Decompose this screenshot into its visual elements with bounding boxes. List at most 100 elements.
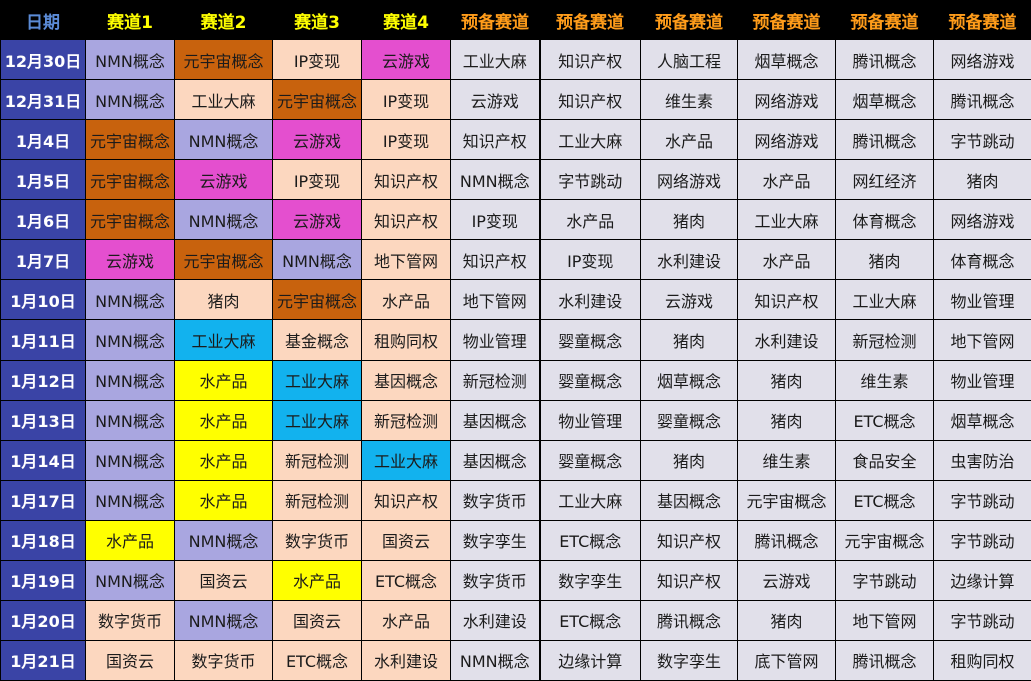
date-cell: 1月7日 — [0, 239, 86, 281]
backup-4-cell: 知识产权 — [737, 279, 836, 321]
backup-6-cell: 物业管理 — [933, 279, 1031, 321]
backup-6-cell: 字节跳动 — [933, 479, 1031, 521]
date-cell: 12月31日 — [0, 79, 86, 121]
table-row: 1月11日 NMN概念 工业大麻 基金概念 租购同权 物业管理 婴童概念 猪肉 水利建设 新冠检测… — [0, 319, 1031, 361]
track-3-cell: 元宇宙概念 — [272, 279, 362, 321]
backup-3-cell: 数字孪生 — [640, 639, 738, 681]
track-2-cell: 水产品 — [174, 399, 273, 441]
backup-4-cell: 猪肉 — [737, 599, 836, 641]
track-2-cell: NMN概念 — [174, 599, 273, 641]
backup-1-cell: 地下管网 — [450, 279, 540, 321]
track-2-cell: 元宇宙概念 — [174, 38, 273, 81]
track-1-cell: NMN概念 — [85, 439, 175, 481]
track-1-cell: 数字货币 — [85, 599, 175, 641]
backup-5-cell: 新冠检测 — [835, 319, 934, 361]
backup-4-cell: 烟草概念 — [737, 38, 836, 81]
table-row: 1月13日 NMN概念 水产品 工业大麻 新冠检测 基因概念 物业管理 婴童概念 猪肉 ETC概念… — [0, 399, 1031, 441]
table-row: 1月18日 水产品 NMN概念 数字货币 国资云 数字孪生 ETC概念 知识产权 腾讯概念 元宇宙… — [0, 519, 1031, 561]
backup-3-cell: 婴童概念 — [640, 399, 738, 441]
backup-3-cell: 基因概念 — [640, 479, 738, 521]
track-4-cell: 知识产权 — [361, 199, 451, 241]
backup-5-cell: 元宇宙概念 — [835, 519, 934, 561]
track-2-cell: 水产品 — [174, 479, 273, 521]
backup-2-cell: 边缘计算 — [538, 639, 641, 681]
track-3-cell: IP变现 — [272, 38, 362, 81]
track-4-cell: 水产品 — [361, 599, 451, 641]
backup-1-cell: 云游戏 — [450, 79, 540, 121]
backup-6-cell: 物业管理 — [933, 359, 1031, 401]
track-4-cell: 基因概念 — [361, 359, 451, 401]
backup-1-cell: 知识产权 — [450, 119, 540, 161]
date-cell: 1月10日 — [0, 279, 86, 321]
backup-6-cell: 租购同权 — [933, 639, 1031, 681]
backup-4-cell: 工业大麻 — [737, 199, 836, 241]
backup-3-cell: 猪肉 — [640, 199, 738, 241]
backup-5-cell: 烟草概念 — [835, 79, 934, 121]
backup-5-cell: 腾讯概念 — [835, 119, 934, 161]
backup-2-cell: 婴童概念 — [538, 359, 641, 401]
backup-2-cell: 工业大麻 — [538, 479, 641, 521]
backup-3-cell: 水利建设 — [640, 239, 738, 281]
date-cell: 1月6日 — [0, 199, 86, 241]
date-cell: 1月20日 — [0, 599, 86, 641]
backup-2-cell: 水产品 — [538, 199, 641, 241]
track-3-cell: 云游戏 — [272, 119, 362, 161]
backup-2-cell: 数字孪生 — [538, 559, 641, 601]
backup-1-cell: 知识产权 — [450, 239, 540, 281]
backup-1-cell: NMN概念 — [450, 639, 540, 681]
backup-4-cell: 猪肉 — [737, 359, 836, 401]
header-backup-5: 预备赛道 — [835, 0, 934, 40]
backup-2-cell: 知识产权 — [538, 79, 641, 121]
track-3-cell: 新冠检测 — [272, 439, 362, 481]
backup-4-cell: 元宇宙概念 — [737, 479, 836, 521]
date-cell: 1月18日 — [0, 519, 86, 561]
track-2-cell: 工业大麻 — [174, 319, 273, 361]
header-track-4: 赛道4 — [361, 0, 451, 40]
date-cell: 1月21日 — [0, 639, 86, 681]
track-1-cell: 云游戏 — [85, 239, 175, 281]
track-3-cell: 元宇宙概念 — [272, 79, 362, 121]
track-2-cell: 水产品 — [174, 439, 273, 481]
track-3-cell: 云游戏 — [272, 199, 362, 241]
track-2-cell: 猪肉 — [174, 279, 273, 321]
backup-1-cell: 工业大麻 — [450, 38, 540, 81]
track-1-cell: NMN概念 — [85, 479, 175, 521]
backup-5-cell: 网红经济 — [835, 159, 934, 201]
header-track-1: 赛道1 — [85, 0, 175, 40]
track-3-cell: 工业大麻 — [272, 399, 362, 441]
backup-2-cell: 婴童概念 — [538, 439, 641, 481]
backup-5-cell: ETC概念 — [835, 479, 934, 521]
backup-3-cell: 猪肉 — [640, 319, 738, 361]
table-row: 1月12日 NMN概念 水产品 工业大麻 基因概念 新冠检测 婴童概念 烟草概念 猪肉 维生素 物业… — [0, 359, 1031, 401]
backup-2-cell: ETC概念 — [538, 599, 641, 641]
track-3-cell: IP变现 — [272, 159, 362, 201]
track-1-cell: NMN概念 — [85, 559, 175, 601]
track-2-cell: NMN概念 — [174, 199, 273, 241]
track-3-cell: 数字货币 — [272, 519, 362, 561]
backup-4-cell: 腾讯概念 — [737, 519, 836, 561]
table-row: 1月7日 云游戏 元宇宙概念 NMN概念 地下管网 知识产权 IP变现 水利建设 水产品 猪肉 体育… — [0, 239, 1031, 281]
backup-2-cell: 工业大麻 — [538, 119, 641, 161]
track-3-cell: 国资云 — [272, 599, 362, 641]
track-1-cell: 国资云 — [85, 639, 175, 681]
track-1-cell: NMN概念 — [85, 79, 175, 121]
table-row: 12月31日 NMN概念 工业大麻 元宇宙概念 IP变现 云游戏 知识产权 维生素 网络游戏 烟草… — [0, 79, 1031, 121]
track-4-cell: 租购同权 — [361, 319, 451, 361]
backup-1-cell: 数字孪生 — [450, 519, 540, 561]
track-3-cell: ETC概念 — [272, 639, 362, 681]
track-4-cell: 知识产权 — [361, 159, 451, 201]
header-backup-2: 预备赛道 — [539, 0, 641, 40]
header-track-3: 赛道3 — [272, 0, 362, 40]
backup-6-cell: 网络游戏 — [933, 199, 1031, 241]
track-3-cell: 水产品 — [272, 559, 362, 601]
track-1-cell: 水产品 — [85, 519, 175, 561]
backup-3-cell: 水产品 — [640, 119, 738, 161]
backup-5-cell: 猪肉 — [835, 239, 934, 281]
track-3-cell: 新冠检测 — [272, 479, 362, 521]
backup-5-cell: 腾讯概念 — [835, 639, 934, 681]
track-4-cell: ETC概念 — [361, 559, 451, 601]
track-1-cell: 元宇宙概念 — [85, 159, 175, 201]
backup-5-cell: 体育概念 — [835, 199, 934, 241]
track-1-cell: NMN概念 — [85, 279, 175, 321]
header-backup-6: 预备赛道 — [933, 0, 1031, 40]
